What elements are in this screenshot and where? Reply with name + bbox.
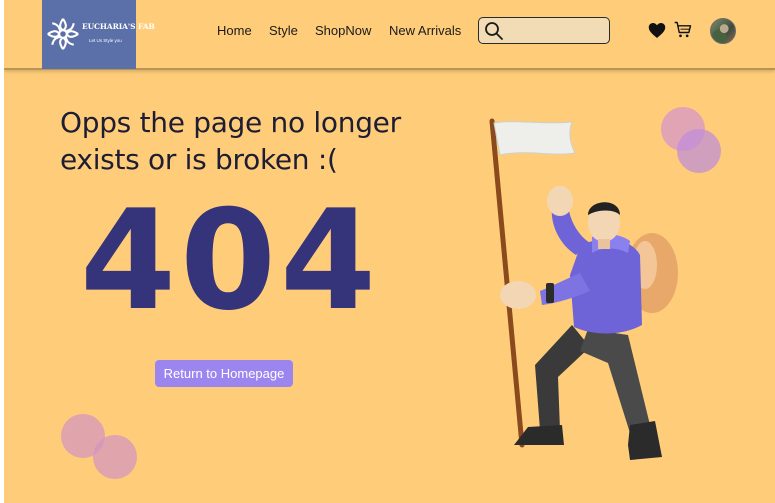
search-input[interactable] [507, 20, 605, 40]
heart-icon[interactable] [648, 22, 666, 39]
brand-logo[interactable]: EUCHARIA'S FAB Let Us Style you [42, 0, 155, 69]
top-header: EUCHARIA'S FAB Let Us Style you Home Sty… [4, 0, 775, 70]
nav-new-arrivals[interactable]: New Arrivals [389, 23, 461, 38]
decor-bubble [93, 435, 137, 479]
nav-shopnow[interactable]: ShopNow [315, 23, 371, 38]
user-avatar[interactable] [710, 18, 736, 44]
search-box[interactable] [478, 17, 610, 44]
cart-icon[interactable] [673, 20, 693, 40]
logo-flower-icon [47, 18, 79, 50]
brand-tagline: Let Us Style you [89, 38, 122, 43]
error-code: 404 [80, 180, 381, 341]
nav-style[interactable]: Style [269, 23, 298, 38]
search-icon[interactable] [484, 21, 504, 41]
brand-name: EUCHARIA'S FAB [82, 22, 155, 31]
page: EUCHARIA'S FAB Let Us Style you Home Sty… [4, 0, 775, 503]
hiker-with-flag-illustration [489, 118, 678, 460]
nav-home[interactable]: Home [217, 23, 252, 38]
return-home-button[interactable]: Return to Homepage [155, 360, 293, 387]
decor-bubble [677, 129, 721, 173]
error-message: Opps the page no longer exists or is bro… [60, 106, 401, 176]
